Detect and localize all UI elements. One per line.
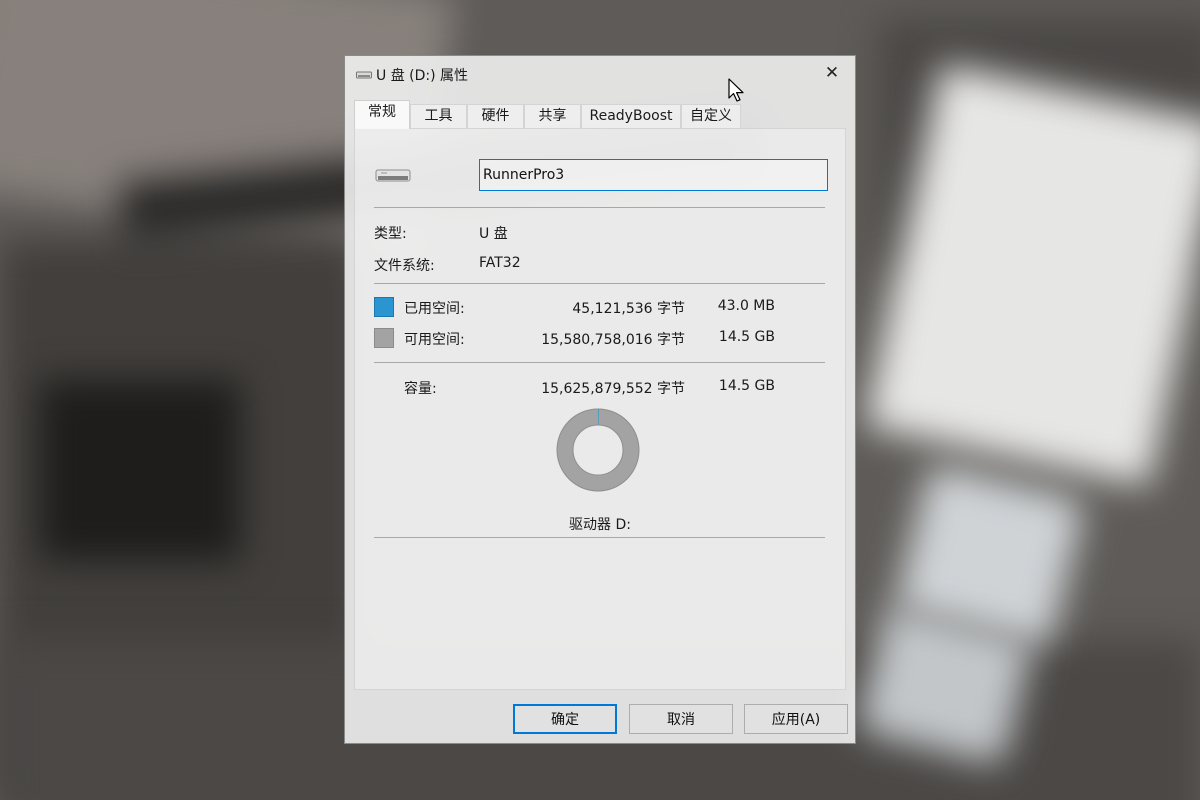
free-space-swatch	[374, 328, 394, 348]
close-button[interactable]: ✕	[809, 56, 855, 90]
type-label: 类型:	[374, 226, 407, 242]
divider	[374, 362, 825, 363]
window-title: U 盘 (D:) 属性	[376, 68, 469, 84]
used-space-size: 43.0 MB	[717, 298, 775, 314]
used-space-bytes: 45,121,536 字节	[572, 301, 685, 317]
usb-drive-icon	[375, 168, 411, 188]
tab-readyboost[interactable]: ReadyBoost	[581, 104, 681, 128]
tab-sharing[interactable]: 共享	[524, 104, 581, 128]
usb-drive-icon	[356, 68, 372, 84]
free-space-size: 14.5 GB	[718, 329, 775, 345]
file-system-label: 文件系统:	[374, 258, 435, 274]
divider	[374, 207, 825, 208]
used-space-label: 已用空间:	[404, 301, 465, 317]
drive-letter-label: 驱动器 D:	[569, 517, 631, 533]
divider	[374, 537, 825, 538]
cancel-button[interactable]: 取消	[629, 704, 733, 734]
mouse-cursor-icon	[728, 78, 744, 102]
title-bar[interactable]: U 盘 (D:) 属性 ✕	[345, 56, 855, 91]
capacity-label: 容量:	[404, 381, 437, 397]
ok-button[interactable]: 确定	[513, 704, 617, 734]
close-icon: ✕	[824, 63, 840, 83]
file-system-value: FAT32	[479, 255, 521, 271]
disk-usage-donut	[556, 408, 640, 492]
volume-name-input[interactable]	[479, 159, 828, 191]
tab-general[interactable]: 常规	[354, 100, 410, 129]
properties-dialog: U 盘 (D:) 属性 ✕ 常规 工具 硬件 共享 ReadyBoost 自定义…	[344, 55, 856, 744]
type-value: U 盘	[479, 226, 508, 242]
free-space-ring	[557, 409, 639, 491]
tab-tools[interactable]: 工具	[410, 104, 467, 128]
apply-button[interactable]: 应用(A)	[744, 704, 848, 734]
capacity-size: 14.5 GB	[718, 378, 775, 394]
tab-hardware[interactable]: 硬件	[467, 104, 524, 128]
tab-customize[interactable]: 自定义	[681, 104, 741, 128]
free-space-bytes: 15,580,758,016 字节	[541, 332, 685, 348]
capacity-bytes: 15,625,879,552 字节	[541, 381, 685, 397]
divider	[374, 283, 825, 284]
free-space-label: 可用空间:	[404, 332, 465, 348]
used-space-swatch	[374, 297, 394, 317]
